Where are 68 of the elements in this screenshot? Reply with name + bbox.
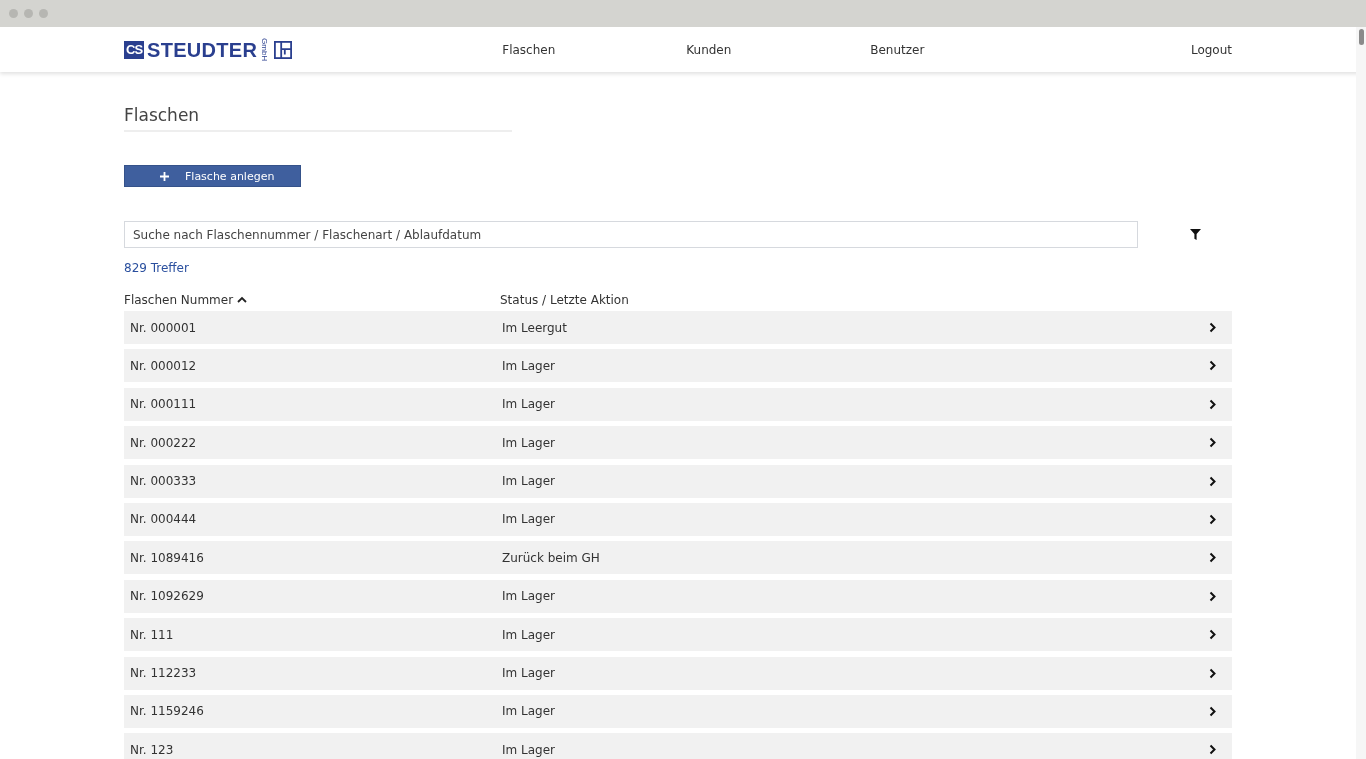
logo-suffix: GmbH [260,37,269,62]
table-cell-text: Im Lager [502,742,556,757]
table-row[interactable]: Nr. 000333 Im Lager [124,464,1232,498]
table-row[interactable]: Nr. 123 Im Lager [124,733,1232,759]
column-header[interactable]: Status / Letzte Aktion [500,293,629,307]
table-cell-text: Nr. 1092629 [129,589,205,604]
nav-link[interactable]: Benutzer [870,42,1055,57]
table-row[interactable]: Nr. 1159246 Im Lager [124,694,1232,728]
scrollbar[interactable] [1356,27,1366,759]
table-cell-text: Im Lager [502,627,556,642]
chevron-right-icon [1209,629,1216,641]
table-cell-text: Nr. 111 [129,627,175,642]
logo[interactable]: CS STEUDTER GmbH [124,37,293,62]
nav-link[interactable]: Kunden [686,42,871,57]
table-cell-text: Im Lager [502,474,556,489]
table-cell-text: Im Lager [502,358,556,373]
nav-link[interactable]: Flaschen [502,42,687,57]
table-cell-text: Nr. 000444 [129,512,198,527]
table-row[interactable]: Nr. 000012 Im Lager [124,349,1232,383]
table-row[interactable]: Nr. 1092629 Im Lager [124,579,1232,613]
table-row[interactable]: Nr. 000222 Im Lager [124,426,1232,460]
chevron-right-icon [1209,322,1216,333]
table-cell-text: Nr. 000111 [129,397,198,412]
table-cell-text: Zurück beim GH [502,550,601,565]
table-cell-text: Nr. 1159246 [129,704,205,719]
table-row[interactable]: Nr. 000111 Im Lager [124,387,1232,421]
chevron-right-icon [1209,667,1216,679]
table-cell-text: Nr. 000222 [129,435,198,450]
nav-link[interactable]: Logout [1190,42,1232,57]
table-cell-text: Im Lager [502,512,556,527]
table-cell-text: Im Lager [502,666,556,680]
result-count: 829 Treffer [124,261,190,275]
chevron-right-icon [1209,437,1216,449]
chevron-right-icon [1209,360,1216,372]
table-cell-text: Nr. 1089416 [129,550,205,565]
table-cell-text: Im Leergut [502,320,568,335]
add-bottle-button[interactable]: Flasche anlegen [124,165,301,187]
table-cell-text: Nr. 000001 [129,320,198,335]
chevron-right-icon [1209,590,1216,602]
table-cell-text: Nr. 000333 [129,474,198,489]
chevron-right-icon [1209,398,1216,410]
chevron-right-icon [1209,705,1216,717]
sort-caret-icon [237,296,248,304]
chevron-right-icon [1209,475,1216,487]
table-row[interactable]: Nr. 112233 Im Lager [124,656,1232,690]
table-row[interactable]: Nr. 000444 Im Lager [124,502,1232,536]
table-cell-text: Nr. 112233 [129,666,198,680]
table-cell-text: Im Lager [502,589,556,604]
logo-mark-icon [274,40,293,59]
table-cell-text: Im Lager [502,704,556,719]
table-row[interactable]: Nr. 000001 Im Leergut [124,311,1232,344]
chevron-right-icon [1209,744,1216,756]
table-cell-text: Im Lager [502,397,556,412]
table-cell-text: Nr. 000012 [129,358,198,373]
table-cell-text: Im Lager [502,435,556,450]
logo-text: STEUDTER [147,39,258,60]
chevron-right-icon [1209,552,1216,564]
plus-icon [160,171,169,181]
scrollbar-thumb[interactable] [1358,29,1364,45]
logo-badge: CS [124,40,145,59]
table-row[interactable]: Nr. 111 Im Lager [124,618,1232,652]
page-title: Flaschen [124,105,512,132]
column-header[interactable]: Flaschen Nummer [124,293,500,307]
table-cell-text: Nr. 123 [129,742,175,757]
filter-icon[interactable] [1190,229,1201,240]
search-field[interactable]: Suche nach Flaschennummer / Flaschenart / Ablaufdatum [124,221,1138,248]
table-row[interactable]: Nr. 1089416 Zurück beim GH [124,541,1232,575]
chevron-right-icon [1209,513,1216,525]
